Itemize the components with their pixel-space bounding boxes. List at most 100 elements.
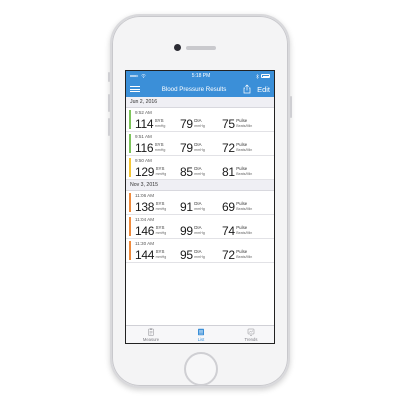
- systolic-unit: SYS mmHg: [156, 167, 167, 177]
- earpiece-speaker: [186, 46, 216, 50]
- pulse-value: 75: [222, 117, 235, 131]
- status-bar: 5:18 PM: [126, 71, 274, 81]
- systolic-value: 116: [135, 141, 154, 155]
- pulse-value: 69: [222, 200, 235, 214]
- sys-unit-label: mmHg: [154, 148, 166, 153]
- diastolic-value: 79: [180, 141, 193, 155]
- diastolic-unit: DIA mmHg: [194, 202, 205, 212]
- pulse-unit-label: Beats/Min: [236, 124, 253, 129]
- pulse-group: 74 Pulse Beats/Min: [222, 225, 252, 237]
- pulse-unit: Pulse Beats/Min: [236, 250, 252, 260]
- status-color-bar: [129, 158, 131, 177]
- diastolic-value: 85: [180, 165, 193, 179]
- volume-down-button: [108, 118, 110, 136]
- pulse-value: 72: [222, 141, 235, 155]
- reading-row[interactable]: 11:04 AM 146 SYS mmHg 99 DIA mmHg 74 Pul…: [126, 215, 274, 239]
- systolic-group: 144 SYS mmHg: [135, 249, 180, 261]
- tab-measure[interactable]: Measure: [131, 328, 171, 342]
- tab-label: List: [197, 336, 205, 342]
- diastolic-value: 99: [180, 224, 193, 238]
- navigation-bar: Blood Pressure Results Edit: [126, 81, 274, 97]
- diastolic-group: 79 DIA mmHg: [180, 118, 222, 130]
- pulse-value: 72: [222, 248, 235, 262]
- status-color-bar: [129, 110, 131, 129]
- systolic-group: 114 SYS mmHg: [135, 118, 180, 130]
- clipboard-icon: [147, 328, 155, 336]
- pulse-group: 81 Pulse Beats/Min: [222, 166, 252, 178]
- systolic-group: 146 SYS mmHg: [135, 225, 180, 237]
- share-icon[interactable]: [242, 84, 252, 94]
- pulse-unit-label: Beats/Min: [236, 207, 253, 212]
- status-color-bar: [129, 193, 131, 212]
- battery-icon: [261, 74, 270, 78]
- dia-unit-label: mmHg: [194, 231, 205, 236]
- diastolic-value: 91: [180, 200, 193, 214]
- front-camera: [174, 44, 181, 51]
- status-color-bar: [129, 217, 131, 236]
- reading-row[interactable]: 11:06 AM 138 SYS mmHg 91 DIA mmHg 69 Pul…: [126, 191, 274, 215]
- diastolic-unit: DIA mmHg: [194, 167, 205, 177]
- reading-row[interactable]: 9:50 AM 129 SYS mmHg 85 DIA mmHg 81 Puls…: [126, 156, 274, 180]
- status-right: [256, 73, 270, 79]
- systolic-group: 138 SYS mmHg: [135, 201, 180, 213]
- reading-values: 116 SYS mmHg 79 DIA mmHg 72 Pulse Beats/…: [135, 140, 274, 154]
- diastolic-unit: DIA mmHg: [194, 250, 205, 260]
- reading-values: 114 SYS mmHg 79 DIA mmHg 75 Pulse Beats/…: [135, 116, 274, 130]
- systolic-unit: SYS mmHg: [155, 119, 166, 129]
- tab-list[interactable]: List: [181, 328, 221, 342]
- home-button: [184, 352, 218, 386]
- pulse-value: 74: [222, 224, 235, 238]
- reading-row[interactable]: 9:51 AM 116 SYS mmHg 79 DIA mmHg 72 Puls…: [126, 132, 274, 156]
- pulse-unit-label: Beats/Min: [236, 255, 253, 260]
- reading-values: 144 SYS mmHg 95 DIA mmHg 72 Pulse Beats/…: [135, 247, 274, 261]
- pulse-group: 69 Pulse Beats/Min: [222, 201, 252, 213]
- tab-bar: Measure List Trends: [126, 325, 274, 343]
- pulse-unit-label: Beats/Min: [236, 231, 253, 236]
- diastolic-group: 99 DIA mmHg: [180, 225, 222, 237]
- systolic-group: 116 SYS mmHg: [135, 142, 180, 154]
- pulse-unit: Pulse Beats/Min: [236, 202, 252, 212]
- edit-button[interactable]: Edit: [257, 85, 270, 94]
- list-icon: [197, 328, 205, 336]
- pulse-unit-label: Beats/Min: [236, 172, 253, 177]
- phone-frame: 5:18 PM Blood Pressure Results Edit Jun …: [108, 14, 292, 388]
- status-color-bar: [129, 134, 131, 153]
- diastolic-value: 95: [180, 248, 193, 262]
- signal-indicator: [130, 74, 146, 78]
- diastolic-group: 91 DIA mmHg: [180, 201, 222, 213]
- date-section-header: Nov 3, 2015: [126, 180, 274, 191]
- results-list[interactable]: Jun 2, 2016 9:52 AM 114 SYS mmHg 79 DIA …: [126, 97, 274, 317]
- systolic-value: 146: [135, 224, 155, 238]
- date-section-header: Jun 2, 2016: [126, 97, 274, 108]
- sys-unit-label: mmHg: [155, 255, 167, 260]
- reading-values: 146 SYS mmHg 99 DIA mmHg 74 Pulse Beats/…: [135, 223, 274, 237]
- pulse-group: 72 Pulse Beats/Min: [222, 249, 252, 261]
- systolic-value: 144: [135, 248, 155, 262]
- pulse-group: 75 Pulse Beats/Min: [222, 118, 252, 130]
- systolic-unit: SYS mmHg: [156, 202, 167, 212]
- diastolic-group: 79 DIA mmHg: [180, 142, 222, 154]
- wifi-icon: [141, 74, 146, 78]
- diastolic-group: 85 DIA mmHg: [180, 166, 222, 178]
- sys-unit-label: mmHg: [155, 207, 167, 212]
- sys-unit-label: mmHg: [155, 172, 167, 177]
- dia-unit-label: mmHg: [194, 124, 205, 129]
- pulse-unit: Pulse Beats/Min: [236, 119, 252, 129]
- pulse-unit-label: Beats/Min: [236, 148, 253, 153]
- sys-unit-label: mmHg: [154, 124, 166, 129]
- tab-trends[interactable]: Trends: [231, 328, 271, 342]
- diastolic-unit: DIA mmHg: [194, 143, 205, 153]
- systolic-value: 129: [135, 165, 155, 179]
- pulse-value: 81: [222, 165, 235, 179]
- pulse-unit: Pulse Beats/Min: [236, 167, 252, 177]
- diastolic-unit: DIA mmHg: [194, 226, 205, 236]
- signal-icon: [130, 74, 139, 78]
- tab-label: Trends: [244, 336, 258, 342]
- sys-unit-label: mmHg: [155, 231, 167, 236]
- reading-row[interactable]: 9:52 AM 114 SYS mmHg 79 DIA mmHg 75 Puls…: [126, 108, 274, 132]
- reading-row[interactable]: 11:30 AM 144 SYS mmHg 95 DIA mmHg 72 Pul…: [126, 239, 274, 263]
- pulse-unit: Pulse Beats/Min: [236, 226, 252, 236]
- menu-icon[interactable]: [130, 86, 140, 92]
- systolic-value: 138: [135, 200, 155, 214]
- status-color-bar: [129, 241, 131, 260]
